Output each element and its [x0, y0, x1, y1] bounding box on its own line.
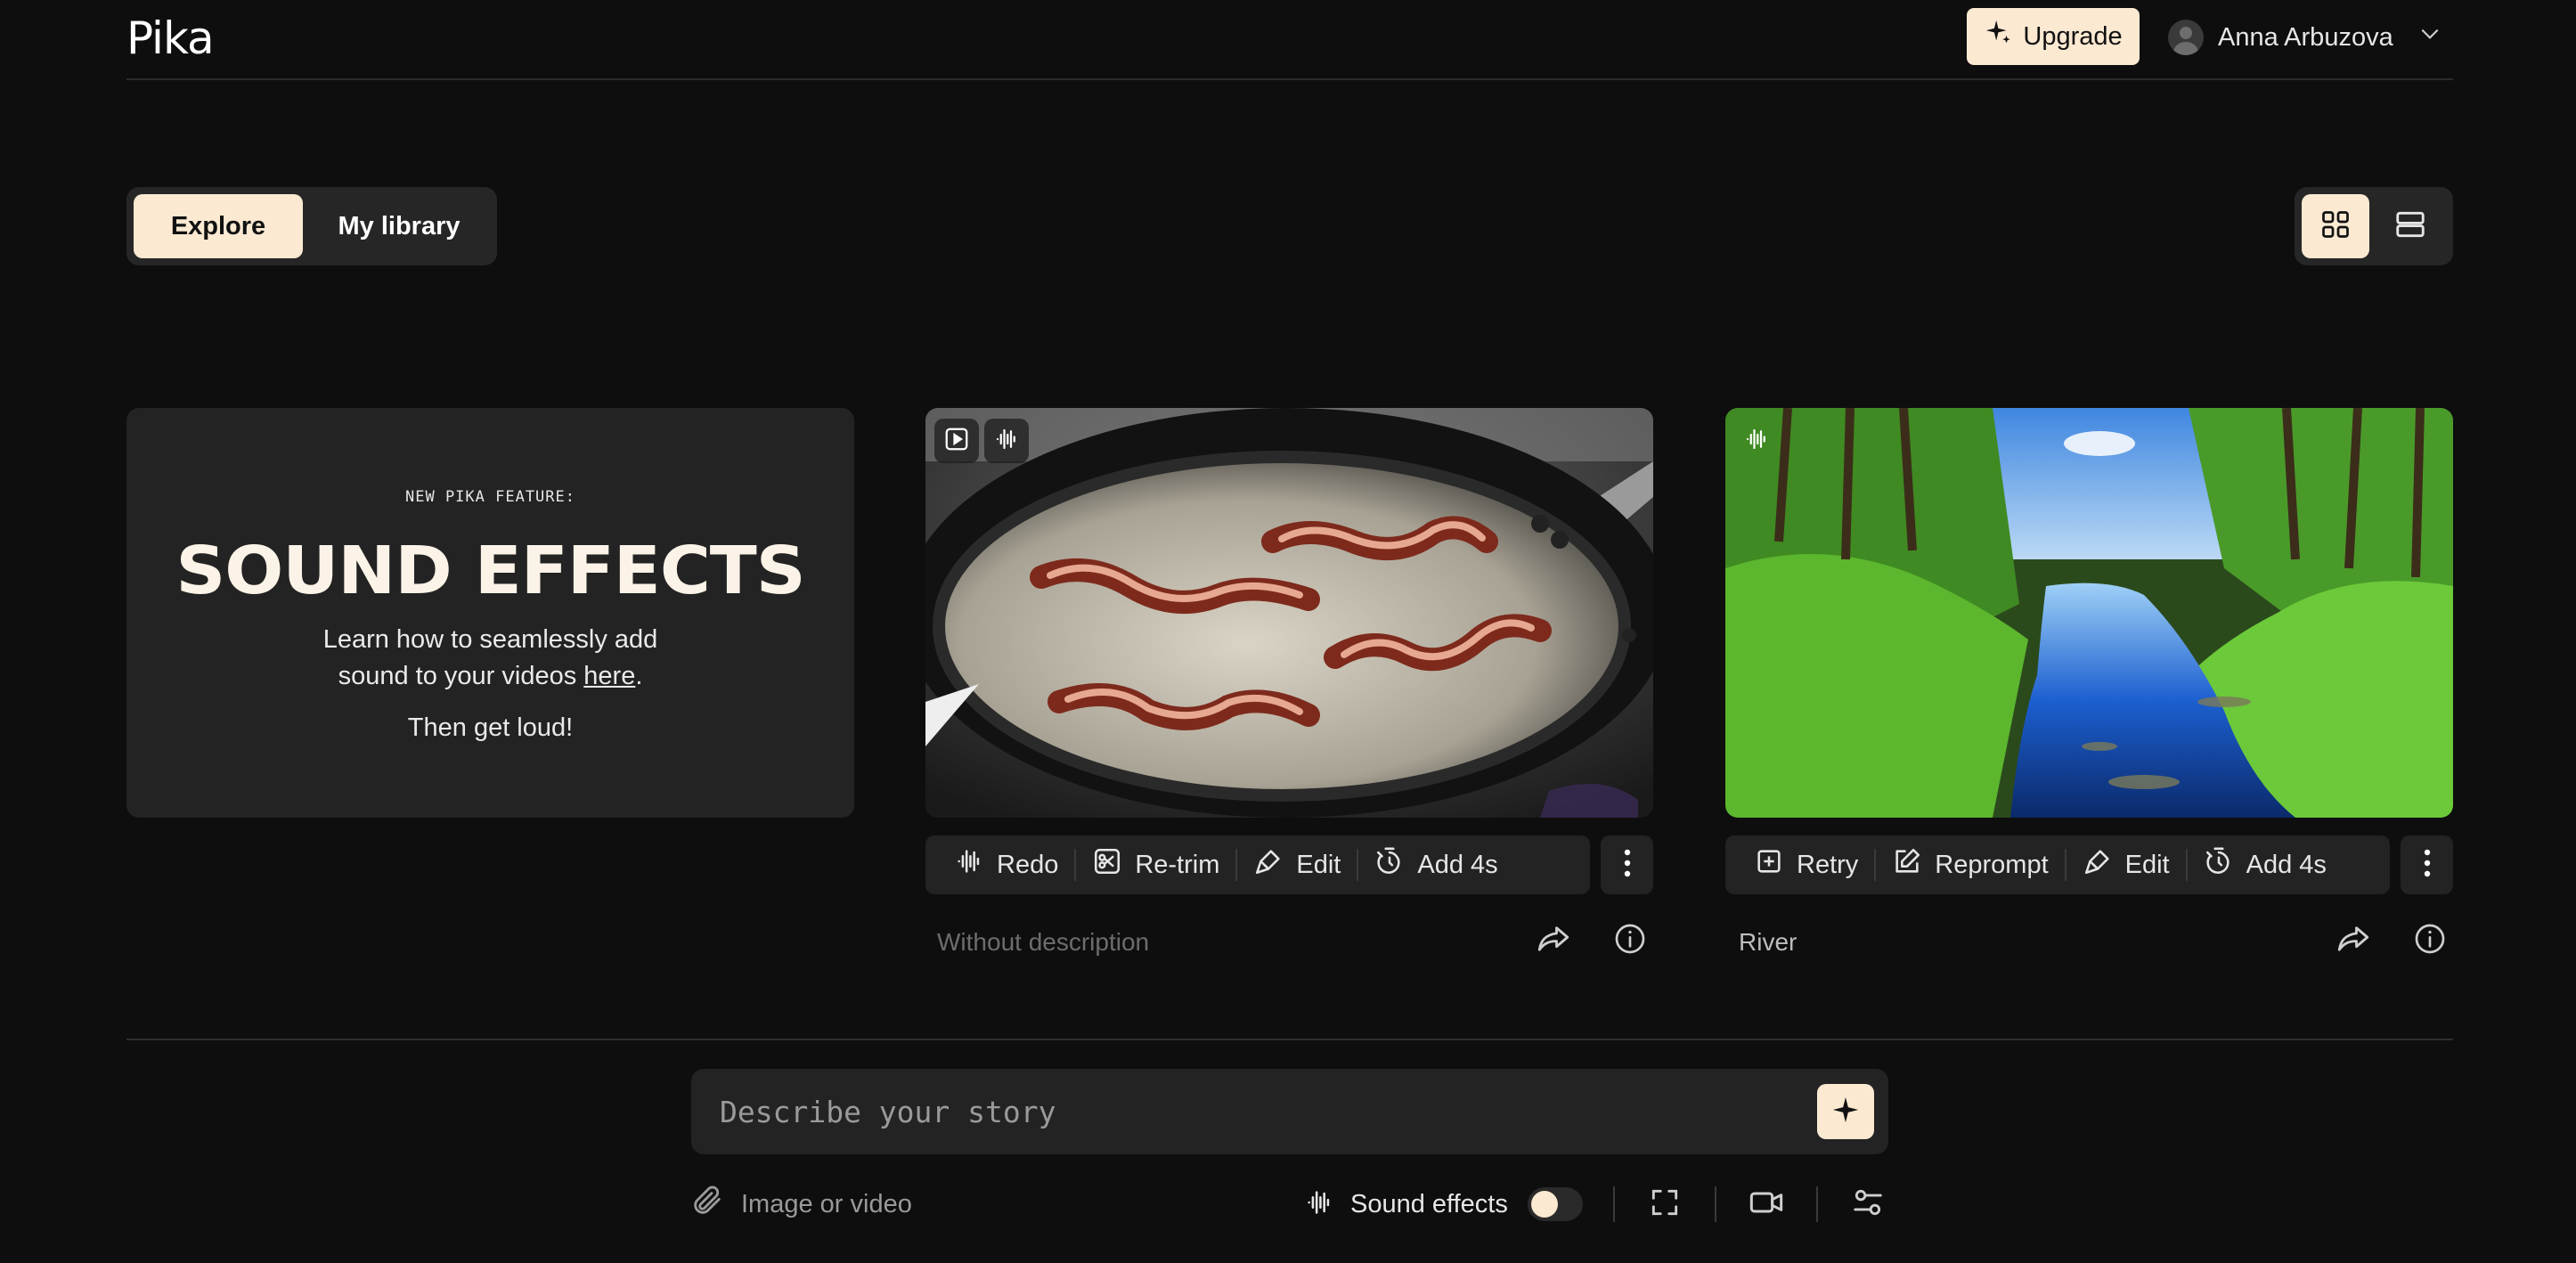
footer-divider — [126, 1039, 2453, 1040]
video-card-river: Retry Reprompt Edit Add 4s — [1725, 408, 2453, 894]
promo-here-link[interactable]: here — [583, 662, 635, 690]
play-badge — [934, 419, 979, 463]
brush-icon — [2083, 846, 2113, 884]
edit-button[interactable]: Edit — [1237, 835, 1357, 894]
waveform-icon — [1304, 1187, 1334, 1222]
timer-icon — [1374, 846, 1405, 884]
promo-title: SOUND EFFECTS — [175, 533, 805, 609]
tab-explore[interactable]: Explore — [134, 194, 303, 258]
video-thumbnail-bacon[interactable] — [925, 408, 1653, 818]
sparkle-icon — [1830, 1095, 1861, 1129]
waveform-icon — [1743, 426, 1770, 457]
video-description: Without description — [937, 928, 1150, 956]
frame-icon — [1648, 1186, 1682, 1224]
video-thumbnail-river[interactable] — [1725, 408, 2453, 818]
add-4s-button[interactable]: Add 4s — [1358, 835, 1513, 894]
share-icon — [2335, 920, 2372, 962]
camera-control-button[interactable] — [1747, 1185, 1786, 1224]
promo-desc-text: sound to your videos — [338, 662, 584, 690]
reprompt-label: Reprompt — [1935, 850, 2049, 879]
info-button[interactable] — [2410, 921, 2450, 960]
sliders-icon — [1851, 1186, 1885, 1224]
scissors-icon — [1092, 846, 1122, 884]
video-meta-actions — [1534, 921, 1650, 960]
promo-kicker: NEW PIKA FEATURE: — [405, 488, 575, 506]
share-icon — [1535, 920, 1572, 962]
sound-effects-label: Sound effects — [1350, 1189, 1508, 1218]
attach-label: Image or video — [741, 1189, 912, 1218]
sound-badge — [1734, 419, 1779, 463]
view-tabs: Explore My library — [126, 187, 497, 265]
composer-tools: Sound effects — [1304, 1185, 1887, 1224]
info-icon — [1612, 921, 1648, 961]
grid-icon — [2319, 208, 2352, 245]
pencil-icon — [1892, 846, 1922, 884]
settings-button[interactable] — [1848, 1185, 1887, 1224]
video-card-bacon: Redo Re-trim Edit Add 4s — [925, 408, 1653, 894]
sound-effects-promo-card: NEW PIKA FEATURE: SOUND EFFECTS Learn ho… — [126, 408, 854, 818]
video-camera-icon — [1749, 1185, 1784, 1225]
video-meta-actions — [2334, 921, 2450, 960]
list-icon — [2393, 208, 2427, 246]
video-actions-bar: Redo Re-trim Edit Add 4s — [925, 835, 1590, 894]
redo-button[interactable]: Redo — [938, 835, 1074, 894]
user-menu[interactable]: Anna Arbuzova — [2168, 17, 2441, 58]
promo-desc-line2: sound to your videos here. — [126, 658, 854, 695]
pika-logo[interactable]: Pika — [126, 12, 215, 64]
generate-button[interactable] — [1817, 1084, 1874, 1139]
aspect-ratio-button[interactable] — [1645, 1185, 1684, 1224]
more-options-button[interactable] — [1601, 835, 1653, 894]
sound-effects-toggle[interactable] — [1527, 1187, 1583, 1221]
kebab-menu-icon — [1623, 848, 1632, 883]
more-options-button[interactable] — [2401, 835, 2453, 894]
promo-desc-line1: Learn how to seamlessly add — [322, 625, 658, 654]
waveform-icon — [993, 426, 1020, 457]
promo-description: Learn how to seamlessly add sound to you… — [126, 622, 854, 695]
share-button[interactable] — [2334, 921, 2373, 960]
edit-button[interactable]: Edit — [2067, 835, 2186, 894]
grid-view-button[interactable] — [2302, 194, 2369, 258]
promo-desc-period: . — [635, 662, 643, 690]
share-button[interactable] — [1534, 921, 1573, 960]
edit-label: Edit — [1296, 850, 1341, 879]
video-description: River — [1739, 928, 1797, 956]
retry-label: Retry — [1797, 850, 1859, 879]
list-view-button[interactable] — [2376, 194, 2444, 258]
info-icon — [2412, 921, 2448, 961]
timer-icon — [2204, 846, 2234, 884]
kebab-menu-icon — [2423, 848, 2432, 883]
add-4s-label: Add 4s — [1417, 850, 1498, 879]
upgrade-label: Upgrade — [2023, 21, 2123, 51]
sparkle-icon — [1984, 18, 2014, 55]
paperclip-icon — [689, 1183, 725, 1226]
layout-toggle — [2295, 187, 2453, 265]
promo-tagline: Then get loud! — [407, 713, 574, 742]
sound-badge — [984, 419, 1029, 463]
waveform-icon — [954, 846, 984, 884]
avatar — [2168, 20, 2204, 55]
video-actions-bar: Retry Reprompt Edit Add 4s — [1725, 835, 2390, 894]
reprompt-button[interactable]: Reprompt — [1876, 835, 2064, 894]
add-4s-button[interactable]: Add 4s — [2188, 835, 2343, 894]
info-button[interactable] — [1610, 921, 1650, 960]
play-icon — [943, 426, 970, 457]
edit-label: Edit — [2124, 850, 2170, 879]
tab-my-library[interactable]: My library — [310, 194, 488, 258]
user-name: Anna Arbuzova — [2218, 22, 2393, 52]
retrim-button[interactable]: Re-trim — [1076, 835, 1235, 894]
redo-label: Redo — [997, 850, 1059, 879]
retrim-label: Re-trim — [1135, 850, 1220, 879]
chevron-down-icon — [2418, 22, 2441, 53]
attach-media-button[interactable]: Image or video — [689, 1185, 912, 1224]
retry-icon — [1754, 846, 1784, 884]
story-prompt-input[interactable] — [720, 1088, 1789, 1135]
retry-button[interactable]: Retry — [1738, 835, 1874, 894]
add-4s-label: Add 4s — [2246, 850, 2327, 879]
top-header: Pika Upgrade Anna Arbuzova — [126, 0, 2453, 80]
prompt-box — [691, 1069, 1888, 1154]
brush-icon — [1253, 846, 1284, 884]
upgrade-button[interactable]: Upgrade — [1967, 8, 2140, 65]
